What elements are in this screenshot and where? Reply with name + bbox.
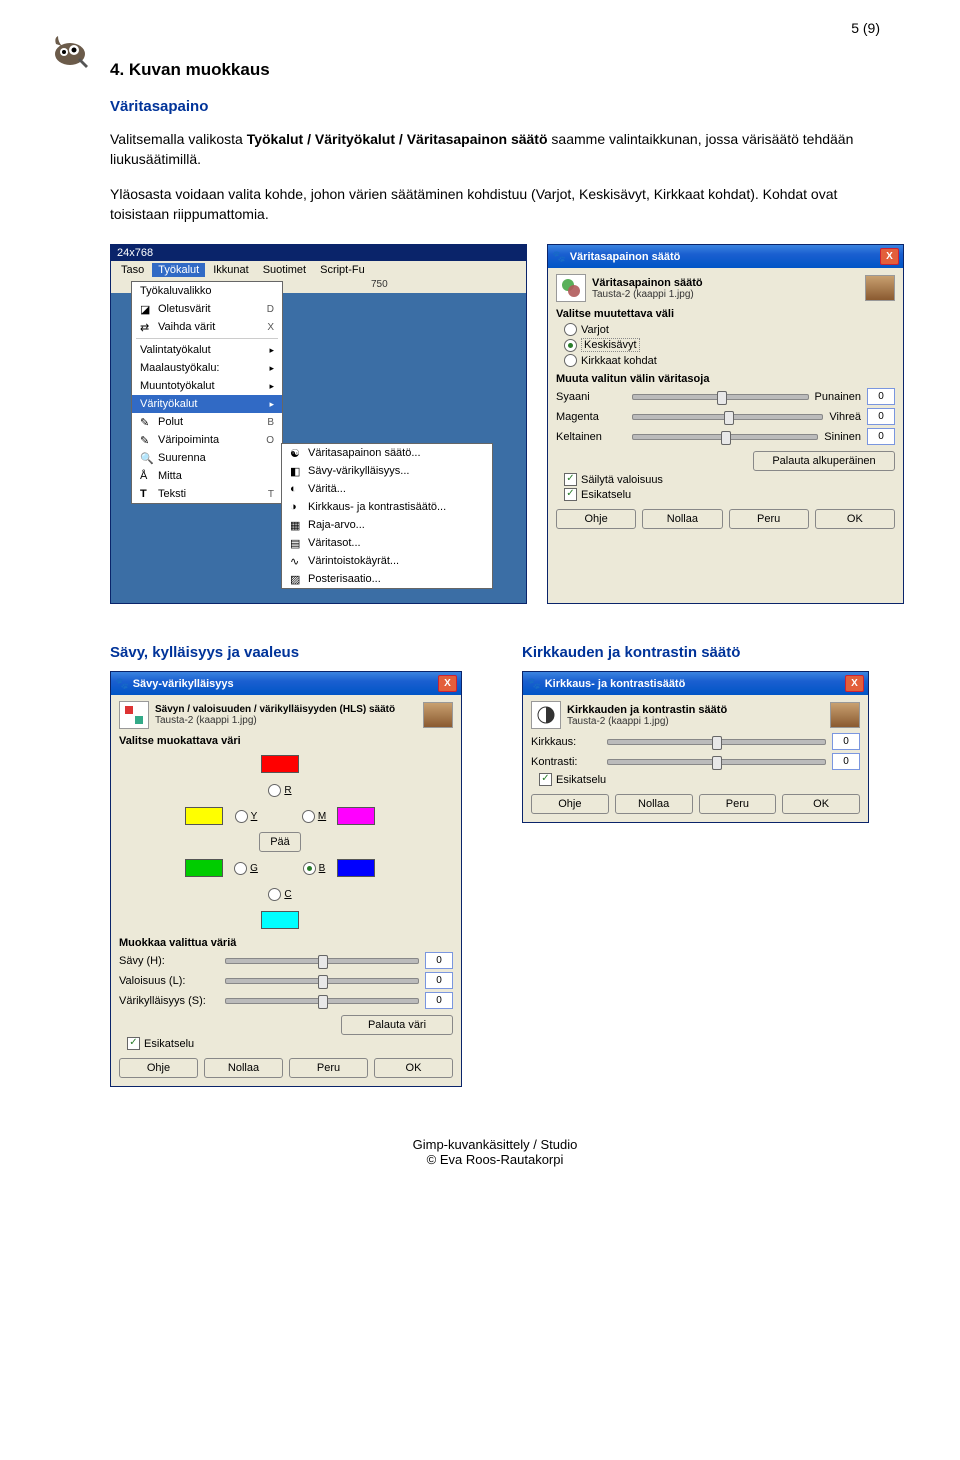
check-preserve-lum[interactable]: ✓Säilytä valoisuus bbox=[564, 473, 895, 486]
screenshot-menu: 24x768 Taso Työkalut Ikkunat Suotimet Sc… bbox=[110, 244, 527, 604]
check-preview[interactable]: ✓Esikatselu bbox=[539, 773, 860, 786]
wilber-icon: 🐾 bbox=[115, 677, 129, 690]
slider-cyan-red[interactable] bbox=[632, 394, 809, 400]
close-icon[interactable]: X bbox=[438, 675, 457, 692]
ok-button[interactable]: OK bbox=[782, 794, 860, 814]
reset-color-button[interactable]: Palauta väri bbox=[341, 1015, 453, 1035]
radio-g[interactable]: G bbox=[234, 862, 258, 875]
footer-line-1: Gimp-kuvankäsittely / Studio bbox=[110, 1137, 880, 1152]
section-heading: 4. Kuvan muokkaus bbox=[110, 60, 880, 80]
check-preview[interactable]: ✓Esikatselu bbox=[564, 488, 895, 501]
group-adjust: Muuta valitun välin väritasoja bbox=[556, 373, 895, 385]
value-saturation[interactable]: 0 bbox=[425, 992, 453, 1009]
wilber-icon: 🐾 bbox=[527, 677, 541, 690]
wilber-icon: 🐾 bbox=[552, 250, 566, 263]
value-yellow-blue[interactable]: 0 bbox=[867, 428, 895, 445]
subheading-brightness-contrast: Kirkkauden ja kontrastin säätö bbox=[522, 644, 869, 661]
cancel-button[interactable]: Peru bbox=[699, 794, 777, 814]
window-title: 24x768 bbox=[111, 245, 526, 261]
close-icon[interactable]: X bbox=[880, 248, 899, 265]
radio-m[interactable]: M bbox=[302, 810, 326, 823]
close-icon[interactable]: X bbox=[845, 675, 864, 692]
reset-button[interactable]: Nollaa bbox=[204, 1058, 283, 1078]
radio-highlights[interactable]: Kirkkaat kohdat bbox=[564, 354, 895, 367]
slider-contrast[interactable] bbox=[607, 759, 826, 765]
value-contrast[interactable]: 0 bbox=[832, 753, 860, 770]
reset-button[interactable]: Nollaa bbox=[642, 509, 722, 529]
slider-brightness[interactable] bbox=[607, 739, 826, 745]
reset-button[interactable]: Nollaa bbox=[615, 794, 693, 814]
ok-button[interactable]: OK bbox=[374, 1058, 453, 1078]
ok-button[interactable]: OK bbox=[815, 509, 895, 529]
color-balance-icon bbox=[556, 274, 586, 302]
subheading-color-balance: Väritasapaino bbox=[110, 98, 880, 115]
menubar: Taso Työkalut Ikkunat Suotimet Script-Fu bbox=[111, 261, 526, 279]
swatch-cyan bbox=[261, 911, 299, 929]
reset-range-button[interactable]: Palauta alkuperäinen bbox=[753, 451, 895, 471]
value-cyan-red[interactable]: 0 bbox=[867, 388, 895, 405]
value-brightness[interactable]: 0 bbox=[832, 733, 860, 750]
layer-thumb bbox=[830, 702, 860, 728]
cancel-button[interactable]: Peru bbox=[729, 509, 809, 529]
group-modify: Muokkaa valittua väriä bbox=[119, 937, 453, 949]
submenu-color-tools[interactable]: ☯Väritasapainon säätö... ◧Sävy-värikyllä… bbox=[281, 443, 493, 589]
page-number: 5 (9) bbox=[851, 20, 880, 36]
layer-thumb bbox=[423, 702, 453, 728]
swatch-blue bbox=[337, 859, 375, 877]
dialog-hue-saturation: 🐾Sävy-värikylläisyysX Sävyn / valoisuude… bbox=[110, 671, 462, 1087]
radio-b[interactable]: B bbox=[303, 862, 326, 875]
swatch-magenta bbox=[337, 807, 375, 825]
subheading-hls: Sävy, kylläisyys ja vaaleus bbox=[110, 644, 462, 661]
cancel-button[interactable]: Peru bbox=[289, 1058, 368, 1078]
master-button[interactable]: Pää bbox=[259, 832, 301, 852]
radio-shadows[interactable]: Varjot bbox=[564, 323, 895, 336]
group-select-range: Valitse muutettava väli bbox=[556, 308, 895, 320]
help-button[interactable]: Ohje bbox=[531, 794, 609, 814]
dialog-color-balance: 🐾Väritasapainon säätöX Väritasapainon sä… bbox=[547, 244, 904, 604]
swatch-yellow bbox=[185, 807, 223, 825]
slider-saturation[interactable] bbox=[225, 998, 419, 1004]
swatch-red bbox=[261, 755, 299, 773]
gimp-logo-icon bbox=[50, 30, 90, 70]
paragraph-1: Valitsemalla valikosta Työkalut / Värity… bbox=[110, 129, 880, 170]
bc-icon bbox=[531, 701, 561, 729]
slider-lightness[interactable] bbox=[225, 978, 419, 984]
paragraph-2: Yläosasta voidaan valita kohde, johon vä… bbox=[110, 184, 880, 225]
group-select-color: Valitse muokattava väri bbox=[119, 735, 453, 747]
radio-midtones[interactable]: Keskisävyt bbox=[564, 338, 895, 352]
radio-c[interactable]: C bbox=[268, 888, 291, 901]
help-button[interactable]: Ohje bbox=[556, 509, 636, 529]
radio-y[interactable]: Y bbox=[235, 810, 258, 823]
radio-r[interactable]: R bbox=[268, 784, 291, 797]
value-hue[interactable]: 0 bbox=[425, 952, 453, 969]
check-preview[interactable]: ✓Esikatselu bbox=[127, 1037, 453, 1050]
hls-icon bbox=[119, 701, 149, 729]
swatch-green bbox=[185, 859, 223, 877]
help-button[interactable]: Ohje bbox=[119, 1058, 198, 1078]
value-magenta-green[interactable]: 0 bbox=[867, 408, 895, 425]
value-lightness[interactable]: 0 bbox=[425, 972, 453, 989]
dialog-brightness-contrast: 🐾Kirkkaus- ja kontrastisäätöX Kirkkauden… bbox=[522, 671, 869, 823]
slider-hue[interactable] bbox=[225, 958, 419, 964]
dropdown-tools[interactable]: Työkaluvalikko ◪OletusväritD ⇄Vaihda vär… bbox=[131, 281, 283, 504]
footer-line-2: © Eva Roos-Rautakorpi bbox=[110, 1152, 880, 1167]
slider-yellow-blue[interactable] bbox=[632, 434, 818, 440]
slider-magenta-green[interactable] bbox=[632, 414, 823, 420]
layer-thumb bbox=[865, 275, 895, 301]
